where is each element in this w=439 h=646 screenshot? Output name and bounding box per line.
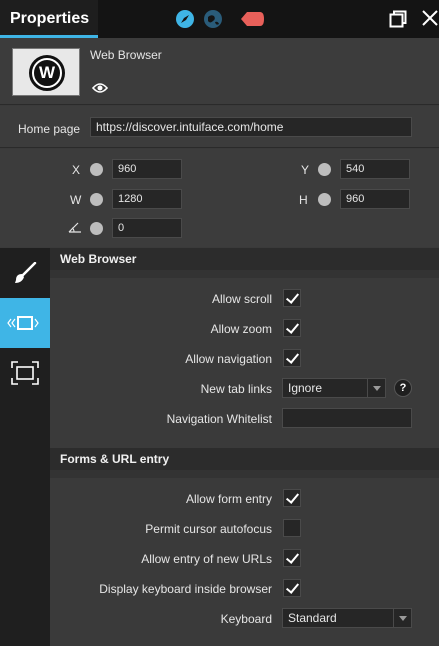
h-input[interactable]: 960 [340,189,410,209]
h-label: H [299,193,308,207]
w-input[interactable]: 1280 [112,189,182,209]
allow-zoom-checkbox[interactable] [283,319,301,337]
home-page-label: Home page [18,122,81,136]
eye-icon[interactable] [92,82,108,94]
keyboard-label: Keyboard [220,612,272,626]
maximize-icon[interactable] [389,10,407,28]
allow-scroll-label: Allow scroll [211,292,272,306]
fullscreen-frame-icon [11,361,39,385]
category-rail [0,248,50,646]
tab-properties[interactable]: Properties [0,0,98,38]
new-tab-links-select[interactable]: Ignore [282,378,386,398]
help-icon[interactable]: ? [394,379,412,397]
allow-scroll-checkbox[interactable] [283,289,301,307]
web-browser-section-header[interactable]: Web Browser [50,248,439,270]
allow-entry-new-urls-label: Allow entry of new URLs [141,552,272,566]
asset-thumbnail: W [12,48,80,96]
new-tab-links-label: New tab links [200,382,272,396]
allow-navigation-label: Allow navigation [185,352,272,366]
interaction-frame-icon [7,316,39,330]
y-binding-dot[interactable] [318,163,331,176]
allow-entry-new-urls-checkbox[interactable] [283,549,301,567]
asset-name: Web Browser [90,48,162,62]
brush-icon [15,262,37,283]
rotation-binding-dot[interactable] [90,222,103,235]
tag-icon[interactable] [238,9,266,29]
transform-section: X 960 Y 540 W 1280 H 960 0 [0,149,439,247]
properties-panel: Web Browser Allow scroll Allow zoom Allo… [50,248,439,646]
section-divider [50,270,439,278]
y-label: Y [301,163,310,177]
y-input[interactable]: 540 [340,159,410,179]
interaction-tab[interactable] [0,298,50,348]
rotation-input[interactable]: 0 [112,218,182,238]
asset-header: W Web Browser [0,38,439,105]
x-label: X [72,163,81,177]
style-tab[interactable] [0,248,50,298]
display-keyboard-label: Display keyboard inside browser [99,582,272,596]
compass-icon[interactable] [175,9,195,29]
permit-cursor-autofocus-checkbox[interactable] [283,519,301,537]
home-page-row: Home page https://discover.intuiface.com… [0,106,439,148]
allow-navigation-checkbox[interactable] [283,349,301,367]
home-page-input[interactable]: https://discover.intuiface.com/home [90,117,412,137]
x-binding-dot[interactable] [90,163,103,176]
navigation-whitelist-label: Navigation Whitelist [166,412,272,426]
panel-title: Properties [10,10,90,27]
w-binding-dot[interactable] [90,193,103,206]
h-binding-dot[interactable] [318,193,331,206]
x-input[interactable]: 960 [112,159,182,179]
display-keyboard-checkbox[interactable] [283,579,301,597]
permit-cursor-autofocus-label: Permit cursor autofocus [145,522,272,536]
globe-icon[interactable] [203,9,223,29]
chevron-down-icon [367,379,385,397]
rotation-angle-icon [68,222,81,233]
chevron-down-icon [393,609,411,627]
section-divider [50,470,439,478]
web-browser-logo-icon: W [29,55,65,91]
keyboard-select[interactable]: Standard [282,608,412,628]
w-label: W [70,193,82,207]
layout-tab[interactable] [0,348,50,398]
forms-section-header[interactable]: Forms & URL entry [50,448,439,470]
allow-form-entry-label: Allow form entry [185,492,272,506]
allow-form-entry-checkbox[interactable] [283,489,301,507]
close-icon[interactable] [422,10,438,26]
title-bar: Properties [0,0,439,38]
allow-zoom-label: Allow zoom [210,322,272,336]
navigation-whitelist-input[interactable] [282,408,412,428]
